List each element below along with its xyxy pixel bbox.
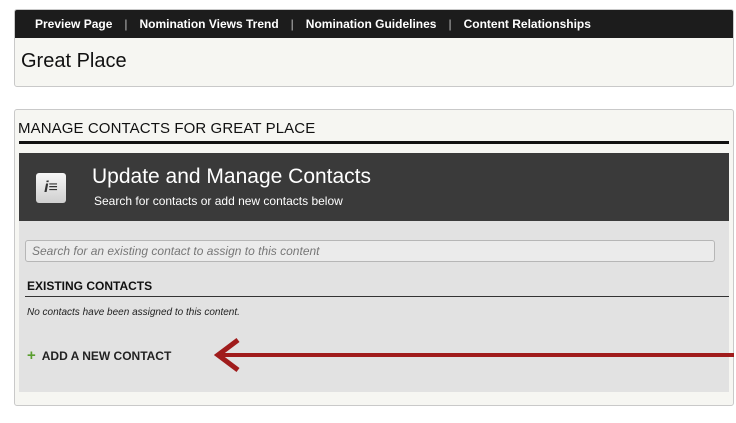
contacts-header: i≡ Update and Manage Contacts Search for… [19,153,729,221]
nav-bar: Preview Page | Nomination Views Trend | … [15,10,733,38]
contacts-list-icon: i≡ [36,173,66,203]
nav-link-nomination-views-trend[interactable]: Nomination Views Trend [140,17,279,31]
add-new-contact-link[interactable]: + ADD A NEW CONTACT [27,347,172,364]
panel-heading: MANAGE CONTACTS FOR GREAT PLACE [18,120,316,137]
existing-contacts-divider [25,296,729,297]
panel-divider [19,141,729,144]
contacts-header-title: Update and Manage Contacts [92,165,372,188]
top-card: Preview Page | Nomination Views Trend | … [14,9,734,87]
nav-link-preview-page[interactable]: Preview Page [35,17,112,31]
contacts-header-subtitle: Search for contacts or add new contacts … [94,194,343,208]
nav-link-nomination-guidelines[interactable]: Nomination Guidelines [306,17,437,31]
contact-search-input[interactable] [25,240,715,262]
plus-icon: + [27,347,36,364]
no-contacts-message: No contacts have been assigned to this c… [27,307,240,318]
existing-contacts-label: EXISTING CONTACTS [27,279,153,293]
nav-separator: | [290,17,294,31]
add-new-contact-label: ADD A NEW CONTACT [41,349,172,363]
nav-separator: | [124,17,128,31]
page-title: Great Place [21,50,127,72]
nav-link-content-relationships[interactable]: Content Relationships [464,17,591,31]
red-arrow-annotation [214,338,734,372]
nav-separator: | [448,17,452,31]
